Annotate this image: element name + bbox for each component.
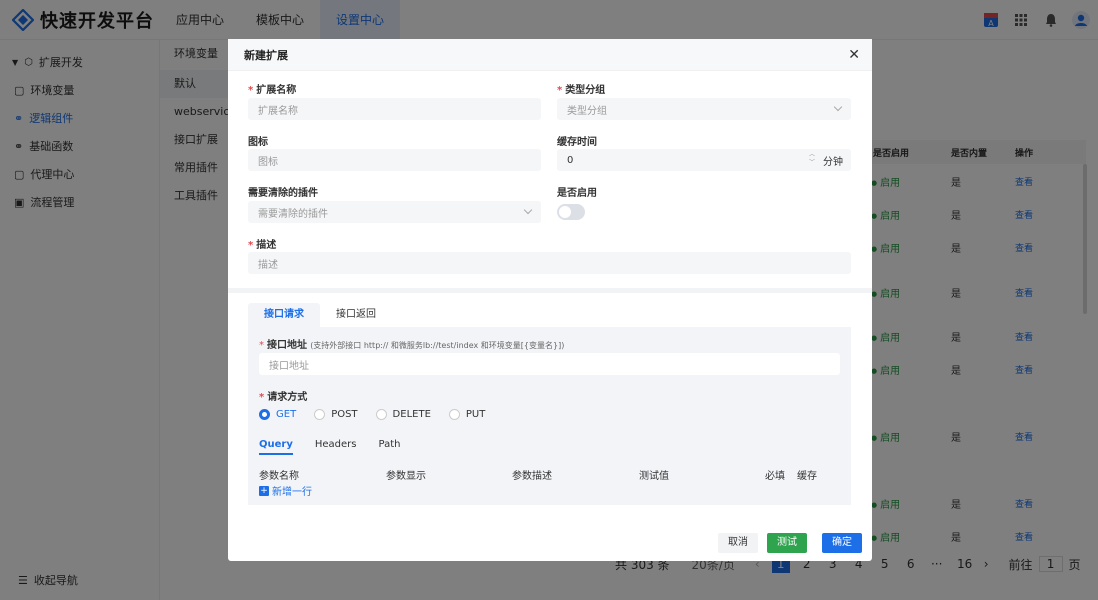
type-select[interactable]: 类型分组 bbox=[557, 98, 851, 120]
cache-time-value: 0 bbox=[567, 154, 574, 166]
method-label: * 请求方式 bbox=[259, 392, 308, 403]
plugins-select[interactable]: 需要清除的插件 bbox=[248, 201, 541, 223]
radio-label: POST bbox=[331, 409, 358, 420]
radio-label: PUT bbox=[465, 409, 486, 420]
type-select-value: 类型分组 bbox=[567, 105, 607, 117]
add-row-label: 新增一行 bbox=[272, 487, 312, 498]
plus-icon: + bbox=[259, 485, 269, 496]
param-col-cache: 缓存 bbox=[797, 471, 817, 482]
tab-api-response[interactable]: 接口返回 bbox=[320, 303, 392, 327]
method-radio-group: GET POST DELETE PUT bbox=[259, 409, 485, 420]
icon-input[interactable]: 图标 bbox=[248, 149, 541, 171]
param-col-desc: 参数描述 bbox=[512, 471, 552, 482]
radio-label: DELETE bbox=[392, 409, 431, 420]
section-divider bbox=[228, 288, 872, 293]
test-button[interactable]: 测试 bbox=[767, 533, 807, 553]
tab-query[interactable]: Query bbox=[259, 439, 293, 455]
desc-textarea[interactable]: 描述 bbox=[248, 252, 851, 274]
radio-delete[interactable]: DELETE bbox=[375, 409, 431, 420]
modal-header: 新建扩展 bbox=[228, 39, 872, 71]
radio-dot bbox=[259, 409, 270, 420]
chevron-down-icon bbox=[523, 205, 533, 215]
stepper-arrows-icon[interactable]: ︿ ﹀ bbox=[809, 151, 815, 167]
param-col-test: 测试值 bbox=[639, 471, 669, 482]
cache-time-input[interactable]: 0 ︿ ﹀ 分钟 bbox=[557, 149, 851, 171]
add-row-button[interactable]: + 新增一行 bbox=[259, 483, 312, 498]
radio-dot bbox=[448, 409, 460, 420]
modal-title: 新建扩展 bbox=[244, 48, 288, 62]
enabled-label: 是否启用 bbox=[557, 188, 597, 199]
url-label: * 接口地址 (支持外部接口 http:// 和微服务lb://test/inde… bbox=[259, 340, 565, 351]
param-col-display: 参数显示 bbox=[386, 471, 426, 482]
param-col-name: 参数名称 bbox=[259, 471, 299, 482]
chevron-down-icon bbox=[833, 102, 843, 112]
new-extension-modal: 新建扩展 ✕ * 扩展名称 扩展名称 * 类型分组 类型分组 图标 图标 缓存时间 … bbox=[228, 39, 872, 561]
param-tabs: Query Headers Path bbox=[259, 439, 400, 455]
radio-dot bbox=[375, 409, 387, 420]
url-input[interactable]: 接口地址 bbox=[259, 353, 840, 375]
desc-label: * 描述 bbox=[248, 240, 277, 251]
plugins-label: 需要清除的插件 bbox=[248, 188, 318, 199]
plugins-select-value: 需要清除的插件 bbox=[258, 208, 328, 220]
request-tabs: 接口请求 接口返回 bbox=[248, 303, 392, 327]
name-label: * 扩展名称 bbox=[248, 85, 297, 96]
param-columns: 参数名称 参数显示 参数描述 测试值 必填 缓存 bbox=[259, 467, 819, 482]
confirm-button[interactable]: 确定 bbox=[822, 533, 862, 553]
cache-unit: 分钟 bbox=[823, 156, 843, 168]
cancel-button[interactable]: 取消 bbox=[718, 533, 758, 553]
tab-headers[interactable]: Headers bbox=[315, 439, 357, 455]
icon-label: 图标 bbox=[248, 137, 268, 148]
radio-get[interactable]: GET bbox=[259, 409, 296, 420]
radio-put[interactable]: PUT bbox=[448, 409, 486, 420]
type-label: * 类型分组 bbox=[557, 85, 606, 96]
radio-post[interactable]: POST bbox=[314, 409, 358, 420]
enabled-toggle[interactable] bbox=[557, 204, 585, 220]
radio-dot bbox=[314, 409, 326, 420]
param-col-required: 必填 bbox=[765, 471, 785, 482]
tab-api-request[interactable]: 接口请求 bbox=[248, 303, 320, 327]
cache-label: 缓存时间 bbox=[557, 137, 597, 148]
radio-label: GET bbox=[276, 409, 297, 420]
close-icon[interactable]: ✕ bbox=[848, 47, 860, 63]
name-input[interactable]: 扩展名称 bbox=[248, 98, 541, 120]
tab-path[interactable]: Path bbox=[378, 439, 400, 455]
